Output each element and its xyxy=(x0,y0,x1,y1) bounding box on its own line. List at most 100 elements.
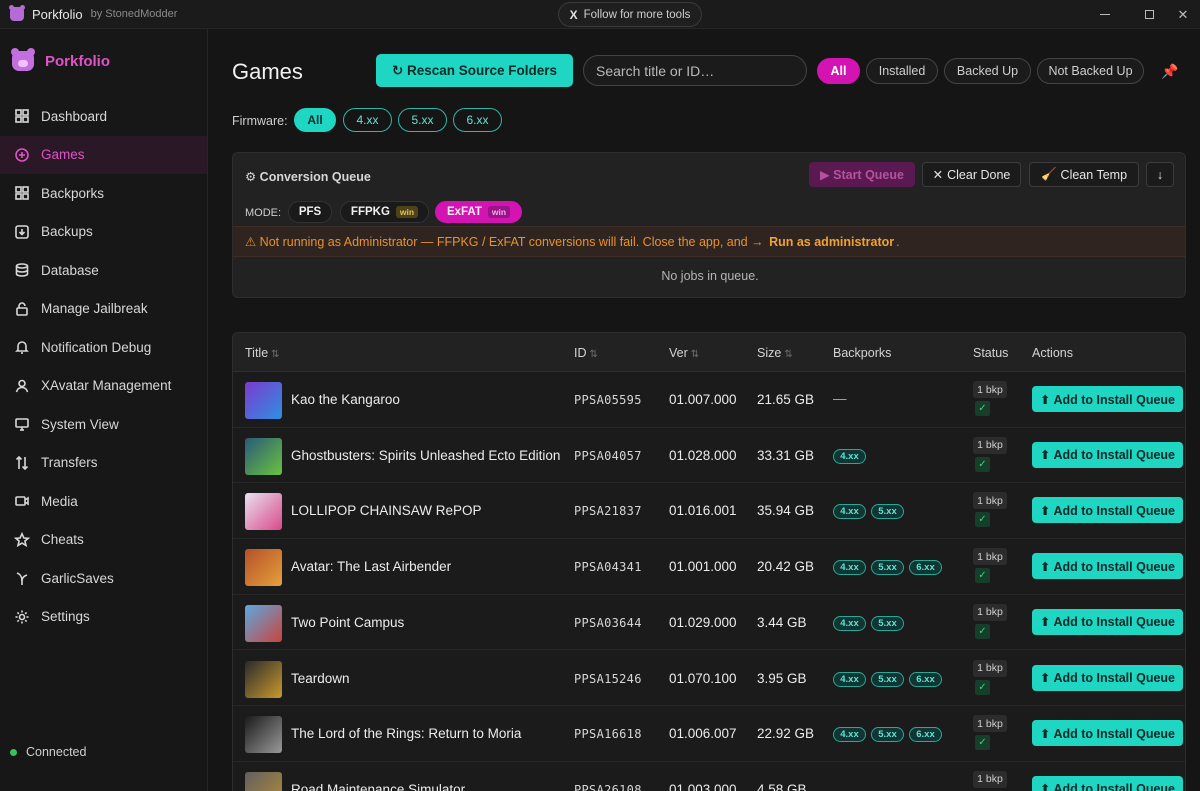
sidebar-item-garlicsaves[interactable]: GarlicSaves xyxy=(0,559,207,598)
x-logo-icon: X xyxy=(569,7,578,22)
game-title: Road Maintenance Simulator xyxy=(291,781,466,791)
layout-icon xyxy=(14,185,30,201)
status-label: Connected xyxy=(26,745,87,759)
window-subtitle: by StonedModder xyxy=(90,8,178,20)
empty-queue-text: No jobs in queue. xyxy=(661,269,759,283)
game-cover-image xyxy=(245,771,282,791)
firmware-all[interactable]: All xyxy=(294,108,336,132)
sidebar-item-games[interactable]: Games xyxy=(0,135,207,174)
th-title-label: Title xyxy=(245,346,269,360)
mode-exfat[interactable]: ExFAT win xyxy=(435,201,522,223)
follow-label: Follow for more tools xyxy=(583,8,691,21)
mode-pfs[interactable]: PFS xyxy=(288,201,332,223)
th-id[interactable]: ID ⇅ xyxy=(574,346,598,360)
collapse-queue-button[interactable]: ↓ xyxy=(1146,162,1174,187)
firmware-5xx[interactable]: 5.xx xyxy=(398,108,447,132)
games-table: Title ⇅ ID ⇅ Ver ⇅ Size ⇅ Backporks Status A… xyxy=(232,332,1186,791)
table-row: Road Maintenance Simulator PPSA26108 01.00… xyxy=(233,762,1185,791)
sidebar-item-system-view[interactable]: System View xyxy=(0,405,207,444)
backup-count-badge: 1 bkp xyxy=(973,548,1007,566)
game-version: 01.029.000 xyxy=(669,614,737,630)
sidebar-item-label: Transfers xyxy=(41,455,98,471)
search-input[interactable] xyxy=(583,55,807,86)
window-title: Porkfolio xyxy=(32,6,83,22)
close-button[interactable]: ✕ xyxy=(1160,0,1200,29)
game-cover-image xyxy=(245,604,282,642)
filter-installed[interactable]: Installed xyxy=(866,58,938,84)
mode-ffpkg[interactable]: FFPKG win xyxy=(340,201,429,223)
game-size: 3.44 GB xyxy=(757,614,807,630)
table-row: Ghostbusters: Spirits Unleashed Ecto Edi… xyxy=(233,428,1185,484)
rescan-button[interactable]: ↻ Rescan Source Folders xyxy=(376,54,573,87)
sidebar-item-notification-debug[interactable]: Notification Debug xyxy=(0,328,207,367)
clear-done-label: Clear Done xyxy=(947,167,1011,182)
game-id: PPSA26108 xyxy=(574,782,642,791)
brand[interactable]: Porkfolio xyxy=(11,48,110,71)
sidebar-item-xavatar-management[interactable]: XAvatar Management xyxy=(0,367,207,406)
firmware-6xx[interactable]: 6.xx xyxy=(453,108,502,132)
gamepad-icon xyxy=(14,147,30,163)
connection-status: Connected xyxy=(10,745,86,759)
clear-done-button[interactable]: ✕ Clear Done xyxy=(922,162,1021,187)
sidebar-item-cheats[interactable]: Cheats xyxy=(0,521,207,560)
download-box-icon xyxy=(14,224,30,240)
start-queue-button[interactable]: ▶ Start Queue xyxy=(809,162,915,187)
add-to-install-queue-button[interactable]: ⬆ Add to Install Queue xyxy=(1032,497,1183,524)
mode-ffpkg-label: FFPKG xyxy=(350,206,390,218)
sort-icon: ⇅ xyxy=(784,349,793,360)
sidebar-item-dashboard[interactable]: Dashboard xyxy=(0,97,207,136)
th-size[interactable]: Size ⇅ xyxy=(757,346,793,360)
add-to-install-queue-button[interactable]: ⬆ Add to Install Queue xyxy=(1032,775,1183,791)
database-icon xyxy=(14,262,30,278)
th-ver[interactable]: Ver ⇅ xyxy=(669,346,699,360)
sidebar-item-transfers[interactable]: Transfers xyxy=(0,444,207,483)
table-row: Avatar: The Last Airbender PPSA04341 01.00… xyxy=(233,539,1185,595)
sidebar-item-label: GarlicSaves xyxy=(41,570,114,586)
add-to-install-queue-button[interactable]: ⬆ Add to Install Queue xyxy=(1032,553,1183,580)
backpork-badge: 4.xx xyxy=(833,671,866,687)
backpork-badge: 6.xx xyxy=(909,727,942,743)
add-to-install-queue-button[interactable]: ⬆ Add to Install Queue xyxy=(1032,386,1183,412)
filter-backed-up[interactable]: Backed Up xyxy=(944,58,1031,84)
backpork-badge: 6.xx xyxy=(909,560,942,576)
sidebar-item-label: Dashboard xyxy=(41,108,108,124)
add-to-install-queue-button[interactable]: ⬆ Add to Install Queue xyxy=(1032,664,1183,691)
monitor-icon xyxy=(14,416,30,432)
clean-temp-label: Clean Temp xyxy=(1060,167,1128,182)
add-to-install-queue-button[interactable]: ⬆ Add to Install Queue xyxy=(1032,720,1183,747)
game-size: 22.92 GB xyxy=(757,726,815,742)
sidebar-item-label: Backups xyxy=(41,224,93,240)
clean-temp-button[interactable]: 🧹 Clean Temp xyxy=(1029,162,1139,187)
game-title: Two Point Campus xyxy=(291,614,405,630)
backup-count-badge: 1 bkp xyxy=(973,659,1007,677)
game-id: PPSA05595 xyxy=(574,393,642,407)
th-backporks: Backporks xyxy=(833,346,892,360)
sidebar-item-database[interactable]: Database xyxy=(0,251,207,290)
star-icon xyxy=(14,531,30,548)
backup-count-badge: 1 bkp xyxy=(973,436,1007,454)
grid-icon xyxy=(14,108,30,124)
th-title[interactable]: Title ⇅ xyxy=(245,346,280,360)
run-as-admin-link[interactable]: Run as administrator xyxy=(769,235,894,249)
filter-not-backed-up[interactable]: Not Backed Up xyxy=(1037,58,1144,84)
main-content: Games ↻ Rescan Source Folders All Instal… xyxy=(208,29,1200,791)
firmware-4xx[interactable]: 4.xx xyxy=(343,108,392,132)
sidebar-item-label: Manage Jailbreak xyxy=(41,301,148,317)
minimize-button[interactable] xyxy=(1082,0,1128,29)
sidebar-item-label: Backporks xyxy=(41,185,105,201)
sidebar-item-media[interactable]: Media xyxy=(0,482,207,521)
backup-count-badge: 1 bkp xyxy=(973,715,1007,733)
sidebar-item-backporks[interactable]: Backporks xyxy=(0,174,207,213)
add-to-install-queue-button[interactable]: ⬆ Add to Install Queue xyxy=(1032,608,1183,635)
follow-button[interactable]: X Follow for more tools xyxy=(558,2,702,27)
sidebar-item-manage-jailbreak[interactable]: Manage Jailbreak xyxy=(0,290,207,329)
backpork-badge: 4.xx xyxy=(833,727,866,743)
filter-all[interactable]: All xyxy=(817,58,860,84)
pin-icon[interactable]: 📌 xyxy=(1161,63,1178,80)
add-to-install-queue-button[interactable]: ⬆ Add to Install Queue xyxy=(1032,441,1183,468)
sidebar-item-backups[interactable]: Backups xyxy=(0,213,207,252)
maximize-icon xyxy=(1144,10,1154,19)
sidebar-item-settings[interactable]: Settings xyxy=(0,598,207,637)
backup-count-badge: 1 bkp xyxy=(973,770,1007,788)
check-icon: ✓ xyxy=(975,623,990,639)
